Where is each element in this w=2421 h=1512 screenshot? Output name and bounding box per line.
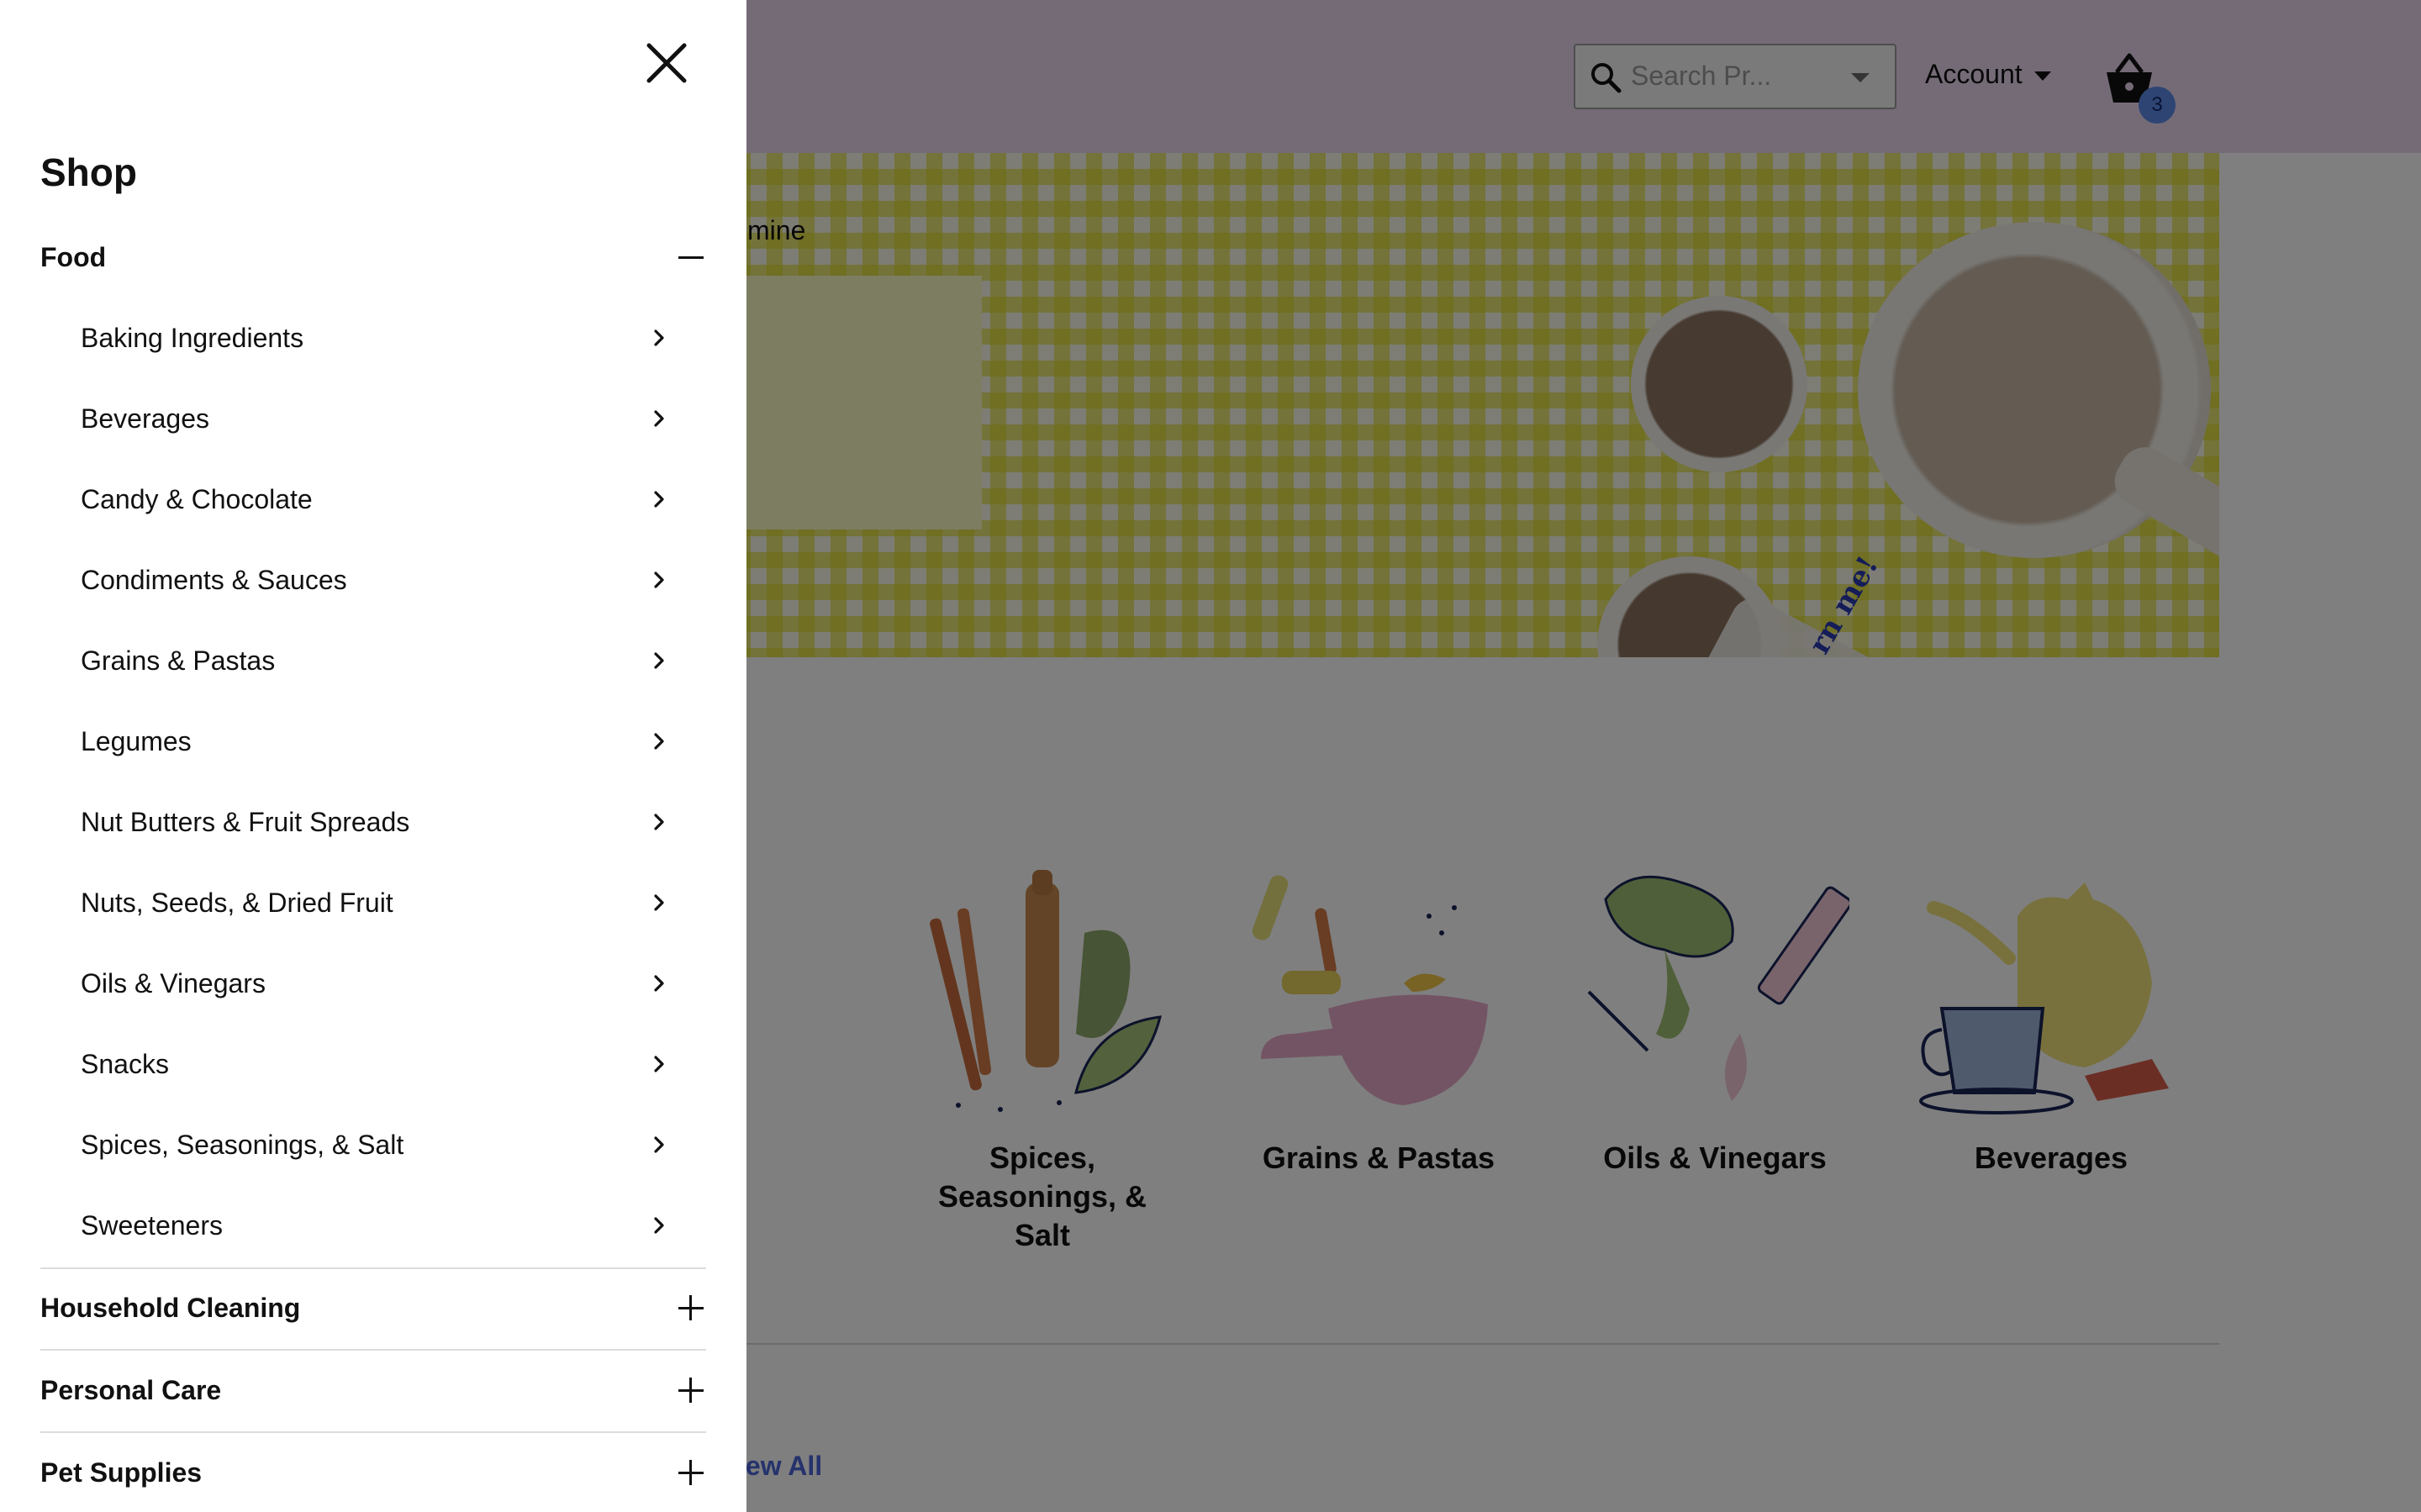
subcategory-nut-butters[interactable]: Nut Butters & Fruit Spreads (81, 797, 669, 847)
chevron-right-icon (654, 329, 664, 346)
subcategory-label: Sweeteners (81, 1209, 223, 1241)
subcategory-label: Candy & Chocolate (81, 483, 313, 514)
subcategory-snacks[interactable]: Snacks (81, 1039, 669, 1089)
plus-icon[interactable] (676, 1293, 706, 1323)
chevron-right-icon (654, 1217, 664, 1234)
section-personal-care[interactable]: Personal Care (40, 1365, 706, 1415)
chevron-right-icon (654, 572, 664, 588)
section-label: Personal Care (40, 1374, 222, 1405)
subcategory-beverages[interactable]: Beverages (81, 393, 669, 444)
section-divider (40, 1431, 706, 1433)
chevron-right-icon (654, 652, 664, 669)
subcategory-grains-pastas[interactable]: Grains & Pastas (81, 635, 669, 686)
subcategory-label: Condiments & Sauces (81, 564, 347, 595)
subcategory-label: Legumes (81, 725, 192, 756)
close-icon[interactable] (644, 40, 689, 86)
subcategory-label: Nuts, Seeds, & Dried Fruit (81, 887, 393, 918)
subcategory-oils-vinegars[interactable]: Oils & Vinegars (81, 958, 669, 1009)
subcategory-label: Snacks (81, 1048, 169, 1079)
subcategory-label: Beverages (81, 403, 209, 434)
section-label: Pet Supplies (40, 1457, 203, 1488)
subcategory-nuts-seeds[interactable]: Nuts, Seeds, & Dried Fruit (81, 877, 669, 928)
subcategory-candy-chocolate[interactable]: Candy & Chocolate (81, 474, 669, 524)
plus-icon[interactable] (676, 1457, 706, 1488)
shop-menu-drawer: Shop Food Baking Ingredients Beverages C… (0, 0, 746, 1512)
subcategory-baking-ingredients[interactable]: Baking Ingredients (81, 313, 669, 363)
subcategory-sweeteners[interactable]: Sweeteners (81, 1200, 669, 1251)
section-food[interactable]: Food (40, 232, 706, 282)
section-household-cleaning[interactable]: Household Cleaning (40, 1283, 706, 1333)
subcategory-label: Spices, Seasonings, & Salt (81, 1129, 404, 1160)
subcategory-label: Grains & Pastas (81, 645, 276, 676)
subcategory-legumes[interactable]: Legumes (81, 716, 669, 767)
drawer-title: Shop (40, 150, 137, 194)
section-divider (40, 1349, 706, 1351)
chevron-right-icon (654, 733, 664, 750)
subcategory-spices-seasonings[interactable]: Spices, Seasonings, & Salt (81, 1120, 669, 1170)
section-label: Food (40, 241, 107, 272)
subcategory-label: Baking Ingredients (81, 322, 304, 353)
subcategory-label: Oils & Vinegars (81, 967, 266, 998)
chevron-right-icon (654, 410, 664, 427)
section-label: Household Cleaning (40, 1292, 301, 1323)
section-divider (40, 1267, 706, 1269)
subcategory-condiments-sauces[interactable]: Condiments & Sauces (81, 555, 669, 605)
minus-icon[interactable] (676, 242, 706, 272)
subcategory-label: Nut Butters & Fruit Spreads (81, 806, 410, 837)
plus-icon[interactable] (676, 1375, 706, 1405)
chevron-right-icon (654, 975, 664, 992)
chevron-right-icon (654, 1056, 664, 1072)
chevron-right-icon (654, 491, 664, 508)
chevron-right-icon (654, 894, 664, 911)
chevron-right-icon (654, 1136, 664, 1153)
section-pet-supplies[interactable]: Pet Supplies (40, 1447, 706, 1498)
chevron-right-icon (654, 814, 664, 830)
